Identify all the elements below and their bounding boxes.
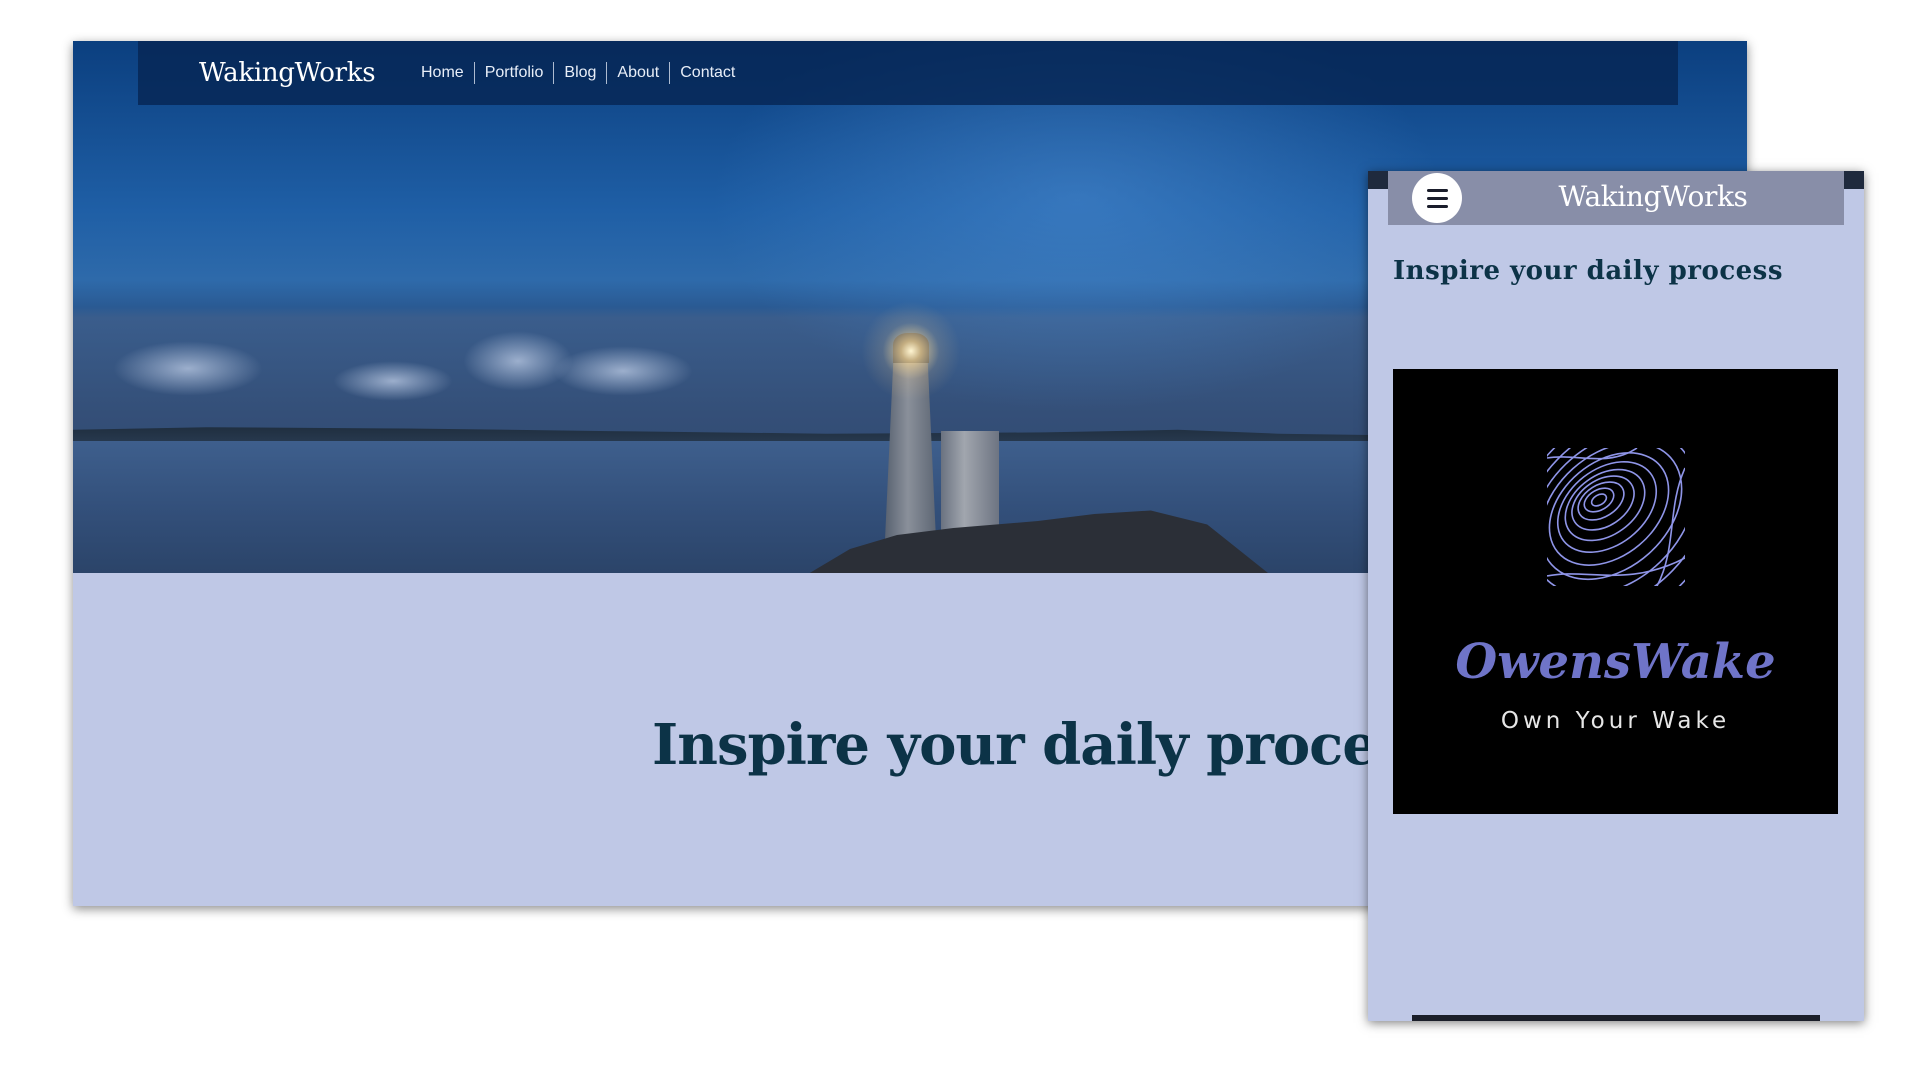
screenshot: WakingWorks Home Portfolio Blog About Co… [0, 0, 1920, 1080]
mobile-bottom-bar [1412, 1015, 1820, 1021]
lighthouse-beam [861, 301, 961, 401]
site-logo[interactable]: WakingWorks [199, 58, 376, 88]
owenswake-logo-card: OwensWake Own Your Wake [1393, 369, 1838, 814]
nav-link-portfolio[interactable]: Portfolio [473, 62, 554, 84]
logo-title: OwensWake [1455, 634, 1776, 690]
mobile-page-heading: Inspire your daily process [1393, 256, 1783, 286]
mobile-header: WakingWorks [1388, 171, 1844, 225]
desktop-navbar: WakingWorks Home Portfolio Blog About Co… [138, 41, 1678, 105]
fingerprint-icon [1547, 448, 1685, 586]
nav-link-contact[interactable]: Contact [669, 62, 745, 84]
mobile-site-logo[interactable]: WakingWorks [1488, 180, 1818, 213]
mobile-mockup: WakingWorks Inspire your daily process O… [1368, 171, 1864, 1021]
nav-link-blog[interactable]: Blog [553, 62, 606, 84]
nav-link-home[interactable]: Home [421, 62, 474, 84]
nav-menu: Home Portfolio Blog About Contact [421, 62, 745, 84]
logo-tagline: Own Your Wake [1500, 708, 1731, 734]
hamburger-menu-icon[interactable] [1412, 173, 1462, 223]
nav-link-about[interactable]: About [606, 62, 669, 84]
